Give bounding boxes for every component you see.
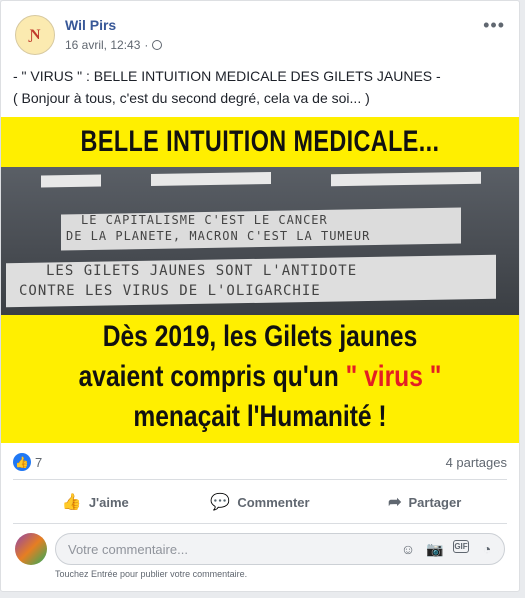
sticker-icon[interactable]: ◔ — [478, 540, 496, 558]
share-label: Partager — [408, 494, 462, 510]
post-card: Ɲ Wil Pirs 16 avril, 12:43 · ••• - " VIR… — [0, 0, 520, 592]
image-bottom-text: Dès 2019, les Gilets jaunes avaient comp… — [48, 317, 473, 437]
bottom-line-3: menaçait l'Humanité ! — [133, 400, 387, 433]
post-header: Ɲ Wil Pirs 16 avril, 12:43 · ••• — [13, 11, 513, 55]
separator-dot: · — [144, 38, 149, 52]
share-button[interactable]: ➦ Partager — [342, 485, 507, 519]
image-title: BELLE INTUITION MEDICALE... — [80, 125, 440, 158]
emoji-icon[interactable]: ☺ — [399, 540, 417, 558]
image-road: LE CAPITALISME C'EST LE CANCER DE LA PLA… — [1, 167, 519, 315]
bottom-line-1: Dès 2019, les Gilets jaunes — [102, 320, 418, 353]
post-text-line-1: - " VIRUS " : BELLE INTUITION MEDICALE D… — [13, 68, 441, 84]
camera-icon[interactable]: 📷 — [426, 540, 444, 558]
bottom-line-2b: " virus " — [345, 360, 442, 393]
avatar-logo: Ɲ — [29, 26, 41, 43]
like-button[interactable]: 👍 J'aime — [13, 485, 178, 519]
post-image[interactable]: BELLE INTUITION MEDICALE... LE CAPITALIS… — [1, 117, 519, 443]
comment-tools: ☺ 📷 GIF ◔ — [399, 540, 496, 558]
comment-icon: 💬 — [210, 494, 231, 511]
bottom-line-2: avaient compris qu'un " virus " — [48, 357, 473, 397]
more-options-icon[interactable]: ••• — [483, 15, 505, 36]
post-stats: 👍 7 4 partages — [13, 453, 507, 473]
post-text: - " VIRUS " : BELLE INTUITION MEDICALE D… — [13, 65, 508, 109]
like-reaction-icon[interactable]: 👍 — [13, 453, 31, 471]
comment-hint: Touchez Entrée pour publier votre commen… — [55, 569, 248, 579]
post-meta: 16 avril, 12:43 · — [65, 38, 163, 52]
comment-label: Commenter — [237, 494, 310, 510]
user-avatar[interactable] — [15, 533, 47, 565]
share-icon: ➦ — [388, 494, 402, 511]
comment-placeholder: Votre commentaire... — [68, 542, 188, 557]
author-name[interactable]: Wil Pirs — [65, 17, 116, 33]
like-count[interactable]: 7 — [35, 455, 42, 470]
road-text-3: LES GILETS JAUNES SONT L'ANTIDOTE — [46, 263, 358, 279]
comment-input[interactable]: Votre commentaire... ☺ 📷 GIF ◔ — [55, 533, 505, 565]
comment-button[interactable]: 💬 Commenter — [178, 485, 343, 519]
road-text-2: DE LA PLANETE, MACRON C'EST LA TUMEUR — [66, 229, 371, 243]
thumbs-up-icon: 👍 — [61, 494, 82, 511]
author-avatar[interactable]: Ɲ — [15, 15, 55, 55]
share-count[interactable]: 4 partages — [446, 455, 507, 470]
gif-icon[interactable]: GIF — [453, 540, 469, 553]
action-bar: 👍 J'aime 💬 Commenter ➦ Partager — [13, 485, 507, 519]
bottom-line-2a: avaient compris qu'un — [78, 360, 346, 393]
globe-icon — [152, 40, 163, 50]
divider-bottom — [13, 523, 507, 524]
like-label: J'aime — [88, 494, 129, 510]
road-text-1: LE CAPITALISME C'EST LE CANCER — [81, 213, 328, 227]
post-date[interactable]: 16 avril, 12:43 — [65, 38, 140, 52]
comment-composer: Votre commentaire... ☺ 📷 GIF ◔ — [13, 531, 507, 567]
road-text-4: CONTRE LES VIRUS DE L'OLIGARCHIE — [19, 283, 321, 299]
post-text-line-2: ( Bonjour à tous, c'est du second degré,… — [13, 90, 370, 106]
divider-top — [13, 479, 507, 480]
